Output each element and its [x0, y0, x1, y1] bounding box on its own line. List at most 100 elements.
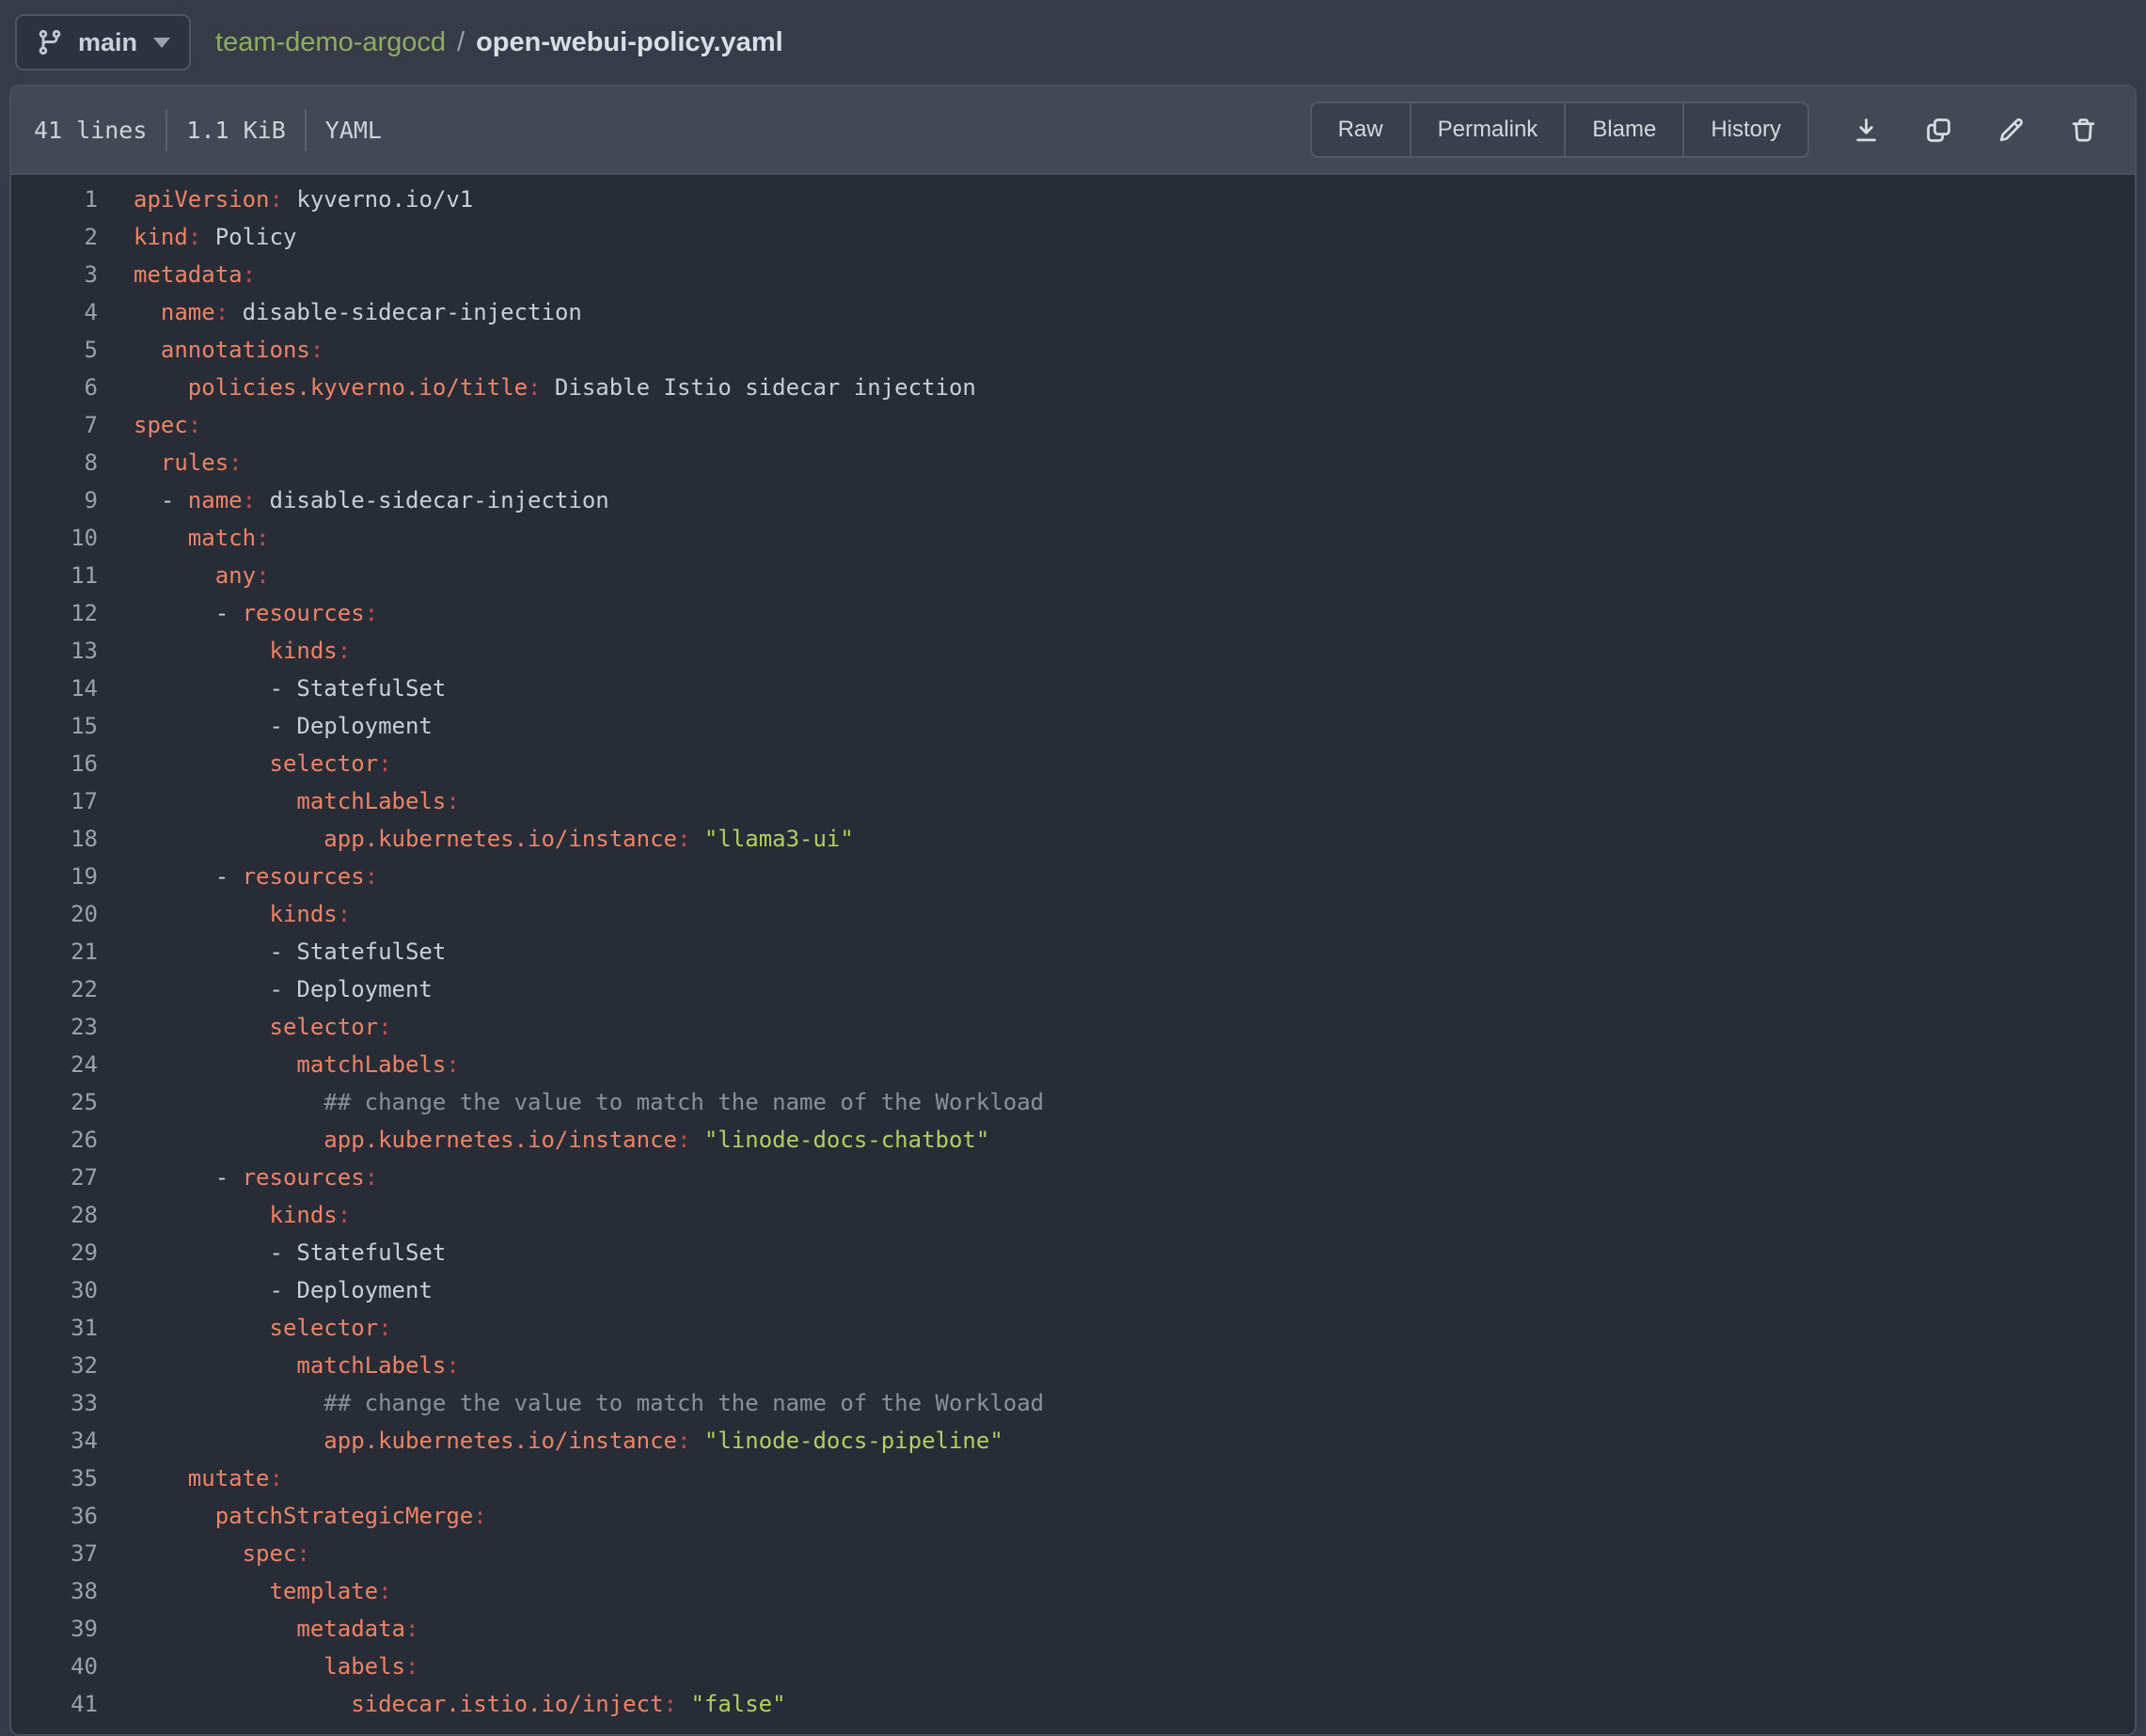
line-number[interactable]: 28: [11, 1196, 98, 1234]
code-view: 1apiVersion: kyverno.io/v12kind: Policy3…: [11, 175, 2135, 1734]
delete-button[interactable]: [2068, 115, 2099, 146]
code-text: spec:: [98, 1535, 310, 1572]
line-number[interactable]: 27: [11, 1159, 98, 1196]
code-line: 9 - name: disable-sidecar-injection: [11, 481, 2135, 519]
code-line: 12 - resources:: [11, 594, 2135, 632]
line-number[interactable]: 31: [11, 1309, 98, 1347]
branch-name: main: [78, 28, 137, 57]
line-number[interactable]: 19: [11, 858, 98, 895]
history-button[interactable]: History: [1682, 103, 1807, 156]
line-number[interactable]: 36: [11, 1497, 98, 1535]
code-line: 3metadata:: [11, 256, 2135, 293]
line-number[interactable]: 5: [11, 331, 98, 369]
line-number[interactable]: 38: [11, 1572, 98, 1610]
breadcrumb: team-demo-argocd / open-webui-policy.yam…: [215, 27, 783, 58]
code-line: 33 ## change the value to match the name…: [11, 1384, 2135, 1422]
line-number[interactable]: 7: [11, 406, 98, 444]
line-number[interactable]: 24: [11, 1046, 98, 1083]
download-button[interactable]: [1851, 115, 1882, 146]
line-number[interactable]: 21: [11, 933, 98, 971]
code-line: 41 sidecar.istio.io/inject: "false": [11, 1685, 2135, 1723]
trash-icon: [2068, 115, 2099, 146]
line-number[interactable]: 26: [11, 1121, 98, 1159]
copy-icon: [1923, 115, 1954, 146]
line-number[interactable]: 9: [11, 481, 98, 519]
raw-button[interactable]: Raw: [1312, 103, 1410, 156]
code-text: spec:: [98, 406, 201, 444]
line-number[interactable]: 13: [11, 632, 98, 670]
code-text: mutate:: [98, 1460, 283, 1497]
line-number[interactable]: 11: [11, 557, 98, 594]
line-number[interactable]: 30: [11, 1271, 98, 1309]
repo-link[interactable]: team-demo-argocd: [215, 27, 446, 58]
code-text: kinds:: [98, 1196, 351, 1234]
code-text: sidecar.istio.io/inject: "false": [98, 1685, 786, 1723]
line-number[interactable]: 6: [11, 369, 98, 406]
code-text: kind: Policy: [98, 218, 296, 256]
line-number[interactable]: 20: [11, 895, 98, 933]
line-number[interactable]: 17: [11, 782, 98, 820]
edit-button[interactable]: [1996, 115, 2027, 146]
line-number[interactable]: 18: [11, 820, 98, 858]
line-number[interactable]: 23: [11, 1008, 98, 1046]
code-line: 24 matchLabels:: [11, 1046, 2135, 1083]
line-number[interactable]: 4: [11, 293, 98, 331]
code-text: app.kubernetes.io/instance: "llama3-ui": [98, 820, 854, 858]
line-number[interactable]: 40: [11, 1648, 98, 1685]
code-line: 40 labels:: [11, 1648, 2135, 1685]
file-language: YAML: [325, 117, 382, 144]
code-text: - StatefulSet: [98, 933, 446, 971]
line-number[interactable]: 33: [11, 1384, 98, 1422]
code-line: 37 spec:: [11, 1535, 2135, 1572]
code-line: 4 name: disable-sidecar-injection: [11, 293, 2135, 331]
code-line: 27 - resources:: [11, 1159, 2135, 1196]
line-number[interactable]: 12: [11, 594, 98, 632]
line-number[interactable]: 39: [11, 1610, 98, 1648]
line-number[interactable]: 25: [11, 1083, 98, 1121]
line-number[interactable]: 1: [11, 181, 98, 218]
line-number[interactable]: 3: [11, 256, 98, 293]
code-line: 10 match:: [11, 519, 2135, 557]
file-lines-count: 41 lines: [34, 117, 147, 144]
code-text: - Deployment: [98, 1271, 433, 1309]
line-number[interactable]: 29: [11, 1234, 98, 1271]
code-line: 28 kinds:: [11, 1196, 2135, 1234]
line-number[interactable]: 41: [11, 1685, 98, 1723]
info-divider: [305, 109, 307, 150]
code-line: 36 patchStrategicMerge:: [11, 1497, 2135, 1535]
line-number[interactable]: 2: [11, 218, 98, 256]
blame-button[interactable]: Blame: [1564, 103, 1682, 156]
line-number[interactable]: 15: [11, 707, 98, 745]
line-number[interactable]: 34: [11, 1422, 98, 1460]
code-line: 21 - StatefulSet: [11, 933, 2135, 971]
line-number[interactable]: 32: [11, 1347, 98, 1384]
file-view-panel: 41 lines 1.1 KiB YAML Raw Permalink Blam…: [9, 85, 2137, 1736]
file-size: 1.1 KiB: [186, 117, 285, 144]
file-name: open-webui-policy.yaml: [476, 27, 783, 58]
permalink-button[interactable]: Permalink: [1410, 103, 1565, 156]
code-text: - resources:: [98, 594, 378, 632]
chevron-down-icon: [153, 38, 170, 48]
code-line: 22 - Deployment: [11, 971, 2135, 1008]
code-line: 30 - Deployment: [11, 1271, 2135, 1309]
code-text: selector:: [98, 745, 392, 782]
copy-button[interactable]: [1923, 115, 1954, 146]
code-line: 18 app.kubernetes.io/instance: "llama3-u…: [11, 820, 2135, 858]
code-text: template:: [98, 1572, 392, 1610]
branch-selector-button[interactable]: main: [15, 14, 191, 71]
code-text: metadata:: [98, 1610, 418, 1648]
line-number[interactable]: 35: [11, 1460, 98, 1497]
info-divider: [166, 109, 167, 150]
code-text: ## change the value to match the name of…: [98, 1083, 1044, 1121]
code-line: 25 ## change the value to match the name…: [11, 1083, 2135, 1121]
line-number[interactable]: 37: [11, 1535, 98, 1572]
line-number[interactable]: 16: [11, 745, 98, 782]
line-number[interactable]: 10: [11, 519, 98, 557]
code-line: 13 kinds:: [11, 632, 2135, 670]
code-text: policies.kyverno.io/title: Disable Istio…: [98, 369, 976, 406]
line-number[interactable]: 22: [11, 971, 98, 1008]
code-line: 38 template:: [11, 1572, 2135, 1610]
line-number[interactable]: 14: [11, 670, 98, 707]
line-number[interactable]: 8: [11, 444, 98, 481]
code-line: 35 mutate:: [11, 1460, 2135, 1497]
